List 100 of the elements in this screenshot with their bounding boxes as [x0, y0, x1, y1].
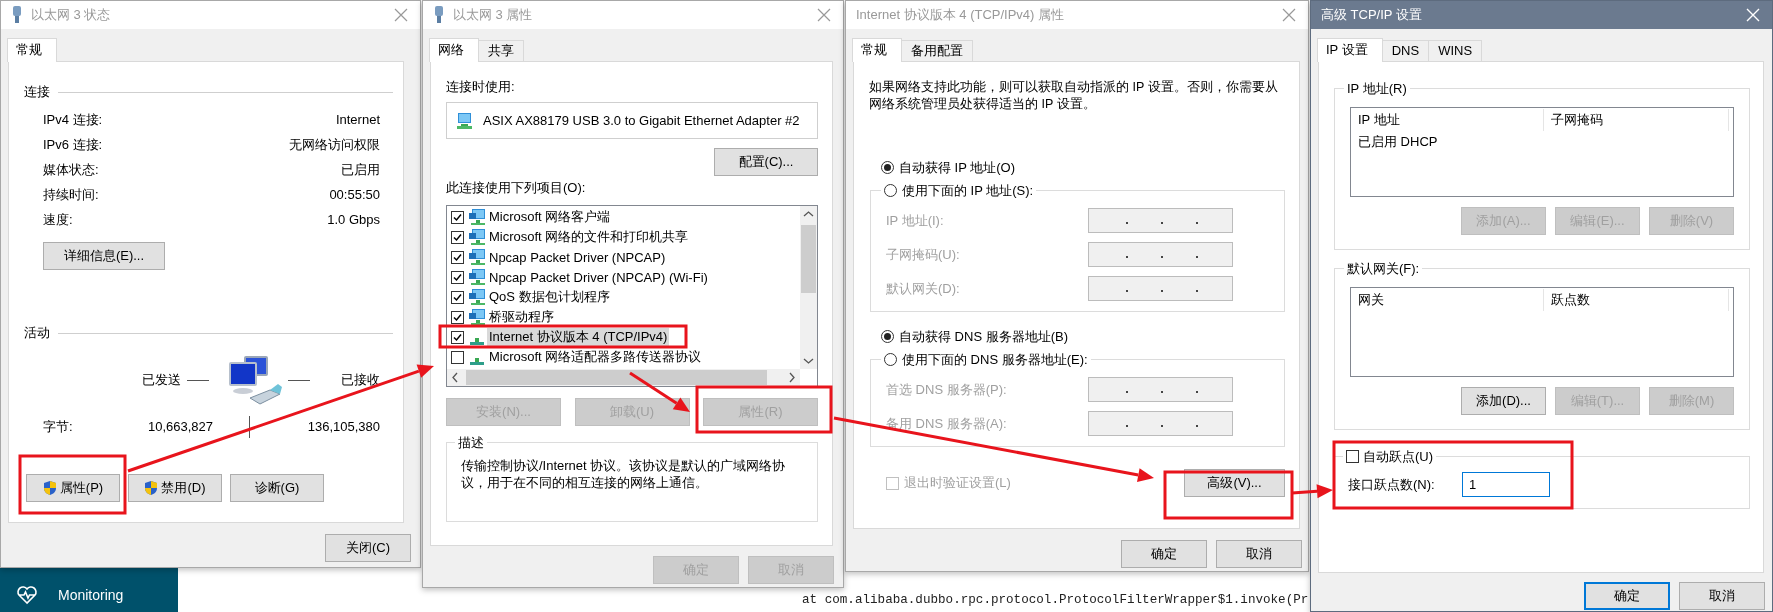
tab[interactable]: 共享: [478, 40, 524, 61]
dialog-button[interactable]: 诊断(G): [230, 474, 324, 502]
list-item[interactable]: QoS 数据包计划程序: [487, 288, 612, 306]
heart-pulse-icon: [16, 584, 38, 606]
group-label: 描述: [457, 434, 485, 451]
radio-label: 使用下面的 IP 地址(S):: [902, 182, 1034, 199]
checkbox-label: 退出时验证设置(L): [904, 474, 1011, 492]
ip-address-field[interactable]: [1088, 377, 1233, 402]
dialog-button[interactable]: 禁用(D): [128, 474, 222, 502]
section-heading: 活动: [24, 325, 50, 341]
field-label: 连接时使用:: [446, 79, 516, 95]
field-label: 接口跃点数(N):: [1348, 475, 1436, 494]
metric-field[interactable]: 1: [1462, 472, 1550, 497]
plug-icon: [11, 5, 23, 25]
window-title: 以太网 3 属性: [453, 6, 534, 24]
radio-label: 使用下面的 DNS 服务器地址(E):: [902, 351, 1088, 368]
group-label: 默认网关(F):: [1346, 260, 1421, 277]
tab[interactable]: 常规: [852, 38, 902, 62]
section-heading: 连接: [24, 84, 50, 100]
field-label: IPv4 连接:: [43, 110, 103, 129]
checkbox[interactable]: [451, 310, 464, 324]
field-value: 无网络访问权限: [289, 135, 380, 154]
field-label: 持续时间:: [43, 185, 99, 204]
tab[interactable]: 常规: [7, 38, 57, 62]
close-button[interactable]: 关闭(C): [325, 534, 411, 562]
column-header[interactable]: 子网掩码: [1544, 109, 1729, 131]
checkbox[interactable]: [451, 350, 464, 364]
dialog-button[interactable]: 添加(D)...: [1461, 387, 1546, 415]
list-item[interactable]: Microsoft 网络适配器多路传送器协议: [487, 348, 704, 366]
checkbox[interactable]: [451, 210, 464, 224]
network-computer-icon: [468, 308, 486, 326]
radio-label: 自动获得 IP 地址(O): [899, 159, 1016, 176]
dialog-button[interactable]: 确定: [1121, 540, 1207, 568]
column-header[interactable]: 跃点数: [1544, 289, 1729, 311]
column-header[interactable]: 网关: [1351, 289, 1544, 311]
field-label: 媒体状态:: [43, 160, 99, 179]
vertical-scrollbar[interactable]: [800, 206, 817, 369]
dialog-button[interactable]: 属性(P): [26, 474, 120, 502]
configure-button[interactable]: 配置(C)...: [714, 148, 818, 176]
log-line: at com.alibaba.dubbo.rpc.protocol.ProtocolFilterWrapper$1.invoke(Pr: [802, 592, 1309, 609]
list-item[interactable]: 桥驱动程序: [487, 308, 556, 326]
list-item[interactable]: Microsoft 网络的文件和打印机共享: [487, 228, 691, 246]
checkbox[interactable]: [1346, 450, 1359, 463]
ip-address-field[interactable]: [1088, 242, 1233, 267]
network-computer-icon: [468, 208, 486, 226]
tab[interactable]: WINS: [1428, 40, 1483, 61]
checkbox[interactable]: [451, 330, 464, 344]
details-button[interactable]: 详细信息(E)...: [43, 242, 165, 270]
bytes-sent-value: 10,663,827: [146, 419, 213, 434]
description-text: 传输控制协议/Internet 协议。该协议是默认的广域网络协议，用于在不同的相互连接的网络上通信。: [461, 457, 787, 491]
radio-button[interactable]: [884, 184, 897, 197]
column-header[interactable]: IP 地址: [1351, 109, 1544, 131]
field-label: 子网掩码(U):: [886, 245, 960, 264]
close-icon[interactable]: [1282, 8, 1296, 22]
checkbox[interactable]: [451, 230, 464, 244]
annotation-arrow: [1291, 484, 1333, 499]
checkbox[interactable]: [451, 270, 464, 284]
field-label: IP 地址(I):: [886, 211, 944, 230]
intro-text: 如果网络支持此功能，则可以获取自动指派的 IP 设置。否则，你需要从网络系统管理员处获得适当的 IP 设置。: [869, 79, 1279, 113]
tab[interactable]: 备用配置: [901, 40, 973, 61]
received-label: 已接收: [340, 371, 380, 389]
field-label: 速度:: [43, 210, 73, 229]
network-computer-icon: [468, 268, 486, 286]
field-label: 此连接使用下列项目(O):: [446, 180, 587, 196]
bytes-label: 字节:: [43, 417, 74, 436]
field-label: IPv6 连接:: [43, 135, 103, 154]
radio-button[interactable]: [884, 353, 897, 366]
list-item[interactable]: Internet 协议版本 4 (TCP/IPv4): [487, 328, 670, 346]
dialog-button[interactable]: 确定: [1584, 582, 1670, 610]
field-value: 00:55:50: [329, 187, 380, 202]
sidebar-item[interactable]: Monitoring: [0, 568, 178, 612]
network-computers-icon: [226, 353, 284, 407]
tab[interactable]: 网络: [429, 38, 479, 62]
protocol-icon: [470, 357, 484, 365]
horizontal-scrollbar[interactable]: [447, 369, 800, 386]
protocol-icon: [470, 337, 484, 345]
ip-address-field[interactable]: [1088, 276, 1233, 301]
list-item[interactable]: Npcap Packet Driver (NPCAP): [487, 249, 668, 265]
network-computer-icon: [468, 248, 486, 266]
list-item[interactable]: Npcap Packet Driver (NPCAP) (Wi-Fi): [487, 269, 710, 285]
network-computer-icon: [468, 288, 486, 306]
adapter-name: ASIX AX88179 USB 3.0 to Gigabit Ethernet Adapter #2: [483, 113, 800, 128]
radio-button[interactable]: [881, 330, 894, 343]
field-value: Internet: [335, 112, 380, 127]
radio-button[interactable]: [881, 161, 894, 174]
tab[interactable]: IP 设置: [1317, 38, 1383, 62]
checkbox[interactable]: [451, 290, 464, 304]
window-title: 以太网 3 状态: [31, 6, 112, 24]
ip-address-field[interactable]: [1088, 411, 1233, 436]
close-icon[interactable]: [817, 8, 831, 22]
window-title: Internet 协议版本 4 (TCP/IPv4) 属性: [856, 6, 1066, 24]
dialog-button[interactable]: 取消: [1216, 540, 1302, 568]
group-label: IP 地址(R): [1346, 80, 1408, 97]
dialog-button[interactable]: 取消: [1679, 582, 1765, 610]
ip-address-field[interactable]: [1088, 208, 1233, 233]
list-item[interactable]: Microsoft 网络客户端: [487, 208, 613, 226]
close-icon[interactable]: [394, 8, 408, 22]
checkbox[interactable]: [451, 250, 464, 264]
radio-label: 自动获得 DNS 服务器地址(B): [899, 328, 1068, 345]
window-title: 高级 TCP/IP 设置: [1321, 6, 1423, 24]
